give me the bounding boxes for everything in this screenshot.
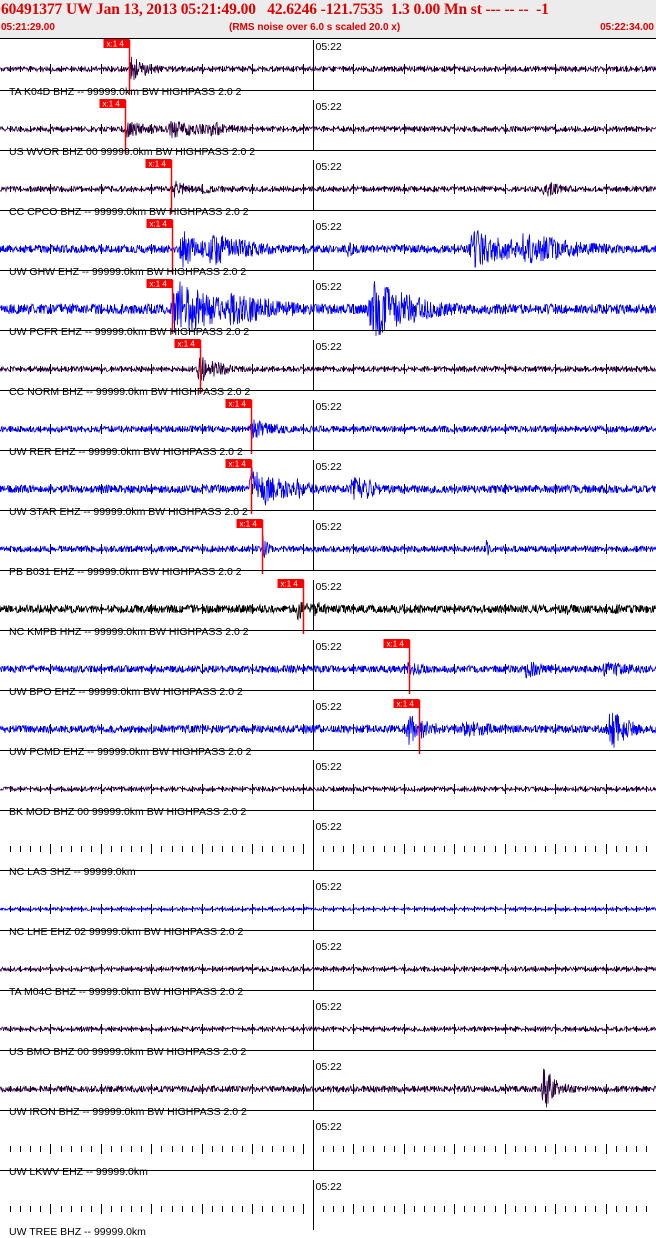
pick-label: x:1 4 [149,160,167,169]
waveform [0,467,656,506]
waveform [0,601,656,621]
pick-label: x:1 4 [150,280,168,289]
minute-label: 05:22 [316,41,342,53]
pick-label: x:1 4 [103,100,121,109]
trace-row: 05:22 US BMO BHZ 00 99999.0km BW HIGHPASS… [0,1000,656,1058]
pick-label: x:1 4 [397,700,415,709]
station-label: CC NORM BHZ -- 99999.0km BW HIGHPASS 2.0… [9,386,251,398]
waveform [0,965,656,973]
minute-label: 05:22 [316,341,342,353]
trace-row: 05:22 NC LHE EHZ 02 99999.0km BW HIGHPASS… [0,880,656,938]
station-label: UW TREE BHZ -- 99999.0km [9,1226,146,1238]
waveform [0,120,656,138]
minute-label: 05:22 [316,1001,342,1013]
waveform [0,905,656,913]
trace-row: 05:22 BK MOD BHZ 00 99999.0km BW HIGHPASS… [0,760,656,818]
start-time: 05:21:29.00 [1,22,55,33]
minute-label: 05:22 [316,101,342,113]
station-label: NC LAS SHZ -- 99999.0km [9,866,136,878]
trace-row: 05:22 x:1 4 NC KMPB HHZ -- 99999.0km BW HI… [0,579,656,638]
trace-row: 05:22 UW IRON BHZ -- 99999.0km BW HIGHPAS… [0,1060,656,1118]
minute-label: 05:22 [316,941,342,953]
trace-row: 05:22 x:1 4 UW PCFR EHZ -- 99999.0km BW HI… [0,279,656,338]
trace-row: 05:22 x:1 4 UW BPO EHZ -- 99999.0km BW HIG… [0,639,656,698]
station-label: NC KMPB HHZ -- 99999.0km BW HIGHPASS 2.0… [9,626,249,638]
waveform [0,785,656,793]
waveform [0,357,656,382]
minute-label: 05:22 [316,1061,342,1073]
trace-row: 05:22 TA M04C BHZ -- 99999.0km BW HIGHPAS… [0,940,656,998]
station-label: UW PCMD EHZ -- 99999.0km BW HIGHPASS 2.0… [9,746,252,758]
station-label: UW LKWV EHZ -- 99999.0km [9,1166,148,1178]
station-label: TA M04C BHZ -- 99999.0km BW HIGHPASS 2.0… [9,986,243,998]
minute-label: 05:22 [316,461,342,473]
waveform [0,180,656,198]
waveform [0,419,656,440]
minute-label: 05:22 [316,641,342,653]
station-label: UW GHW EHZ -- 99999.0km BW HIGHPASS 2.0 … [9,266,246,278]
minute-label: 05:22 [316,761,342,773]
waveform [0,56,656,81]
time-ticks [10,1204,647,1214]
pick-label: x:1 4 [150,220,168,229]
station-label: US WVOR BHZ 00 99999.0km BW HIGHPASS 2.0… [9,146,255,158]
trace-row: 05:22 x:1 4 CC NORM BHZ -- 99999.0km BW HI… [0,339,656,398]
time-ticks [10,1144,647,1154]
waveform [0,535,656,559]
minute-label: 05:22 [316,581,342,593]
station-label: US BMO BHZ 00 99999.0km BW HIGHPASS 2.0 … [9,1046,246,1058]
minute-label: 05:22 [316,521,342,533]
waveform [0,1025,656,1033]
minute-label: 05:22 [316,281,342,293]
header-bar: 60491377 UW Jan 13, 2013 05:21:49.00 42.… [0,0,656,38]
trace-row: 05:22 x:1 4 US WVOR BHZ 00 99999.0km BW HI… [0,99,656,158]
minute-label: 05:22 [316,881,342,893]
station-label: PB B031 EHZ -- 99999.0km BW HIGHPASS 2.0… [9,566,242,578]
pick-label: x:1 4 [107,40,125,49]
trace-row: 05:22 x:1 4 TA K04D BHZ -- 99999.0km BW HI… [0,39,656,98]
station-label: CC CPCO BHZ -- 99999.0km BW HIGHPASS 2.0… [9,206,249,218]
trace-row: 05:22 x:1 4 UW STAR EHZ -- 99999.0km BW HI… [0,459,656,518]
time-ticks [10,844,647,854]
pick-label: x:1 4 [240,520,258,529]
station-label: UW STAR EHZ -- 99999.0km BW HIGHPASS 2.0… [9,506,248,518]
trace-row: 05:22 NC LAS SHZ -- 99999.0km [0,820,656,878]
minute-label: 05:22 [316,701,342,713]
station-label: UW IRON BHZ -- 99999.0km BW HIGHPASS 2.0… [9,1106,247,1118]
pick-label: x:1 4 [229,460,247,469]
station-label: UW PCFR EHZ -- 99999.0km BW HIGHPASS 2.0… [9,326,249,338]
waveform [0,230,656,268]
station-label: NC LHE EHZ 02 99999.0km BW HIGHPASS 2.0 … [9,926,244,938]
minute-label: 05:22 [316,821,342,833]
station-label: UW RER EHZ -- 99999.0km BW HIGHPASS 2.0 … [9,446,243,458]
pick-label: x:1 4 [281,580,299,589]
minute-label: 05:22 [316,1181,342,1193]
minute-label: 05:22 [316,401,342,413]
waveform [0,712,656,748]
waveform [0,661,656,679]
pick-label: x:1 4 [178,340,196,349]
end-time: 05:22:34.00 [600,22,654,33]
trace-row: 05:22 x:1 4 PB B031 EHZ -- 99999.0km BW HI… [0,519,656,578]
trace-row: 05:22 x:1 4 UW PCMD EHZ -- 99999.0km BW HI… [0,699,656,758]
trace-row: 05:22 UW TREE BHZ -- 99999.0km [9,1180,647,1238]
seismogram-panel: 05:22 x:1 4 TA K04D BHZ -- 99999.0km BW HI… [0,38,656,1238]
trace-row: 05:22 x:1 4 UW GHW EHZ -- 99999.0km BW HIG… [0,219,656,278]
pick-label: x:1 4 [387,640,405,649]
station-label: UW BPO EHZ -- 99999.0km BW HIGHPASS 2.0 … [9,686,243,698]
minute-label: 05:22 [316,221,342,233]
rms-note: (RMS noise over 6.0 s scaled 20.0 x) [229,22,401,33]
waveform [0,1068,656,1108]
trace-row: 05:22 UW LKWV EHZ -- 99999.0km [0,1120,656,1178]
pick-label: x:1 4 [229,400,247,409]
minute-label: 05:22 [316,161,342,173]
trace-row: 05:22 x:1 4 UW RER EHZ -- 99999.0km BW HIG… [0,399,656,458]
station-label: TA K04D BHZ -- 99999.0km BW HIGHPASS 2.0… [9,86,242,98]
trace-row: 05:22 x:1 4 CC CPCO BHZ -- 99999.0km BW HI… [0,159,656,218]
station-label: BK MOD BHZ 00 99999.0km BW HIGHPASS 2.0 … [9,806,246,818]
minute-label: 05:22 [316,1121,342,1133]
event-title: 60491377 UW Jan 13, 2013 05:21:49.00 42.… [1,1,549,18]
